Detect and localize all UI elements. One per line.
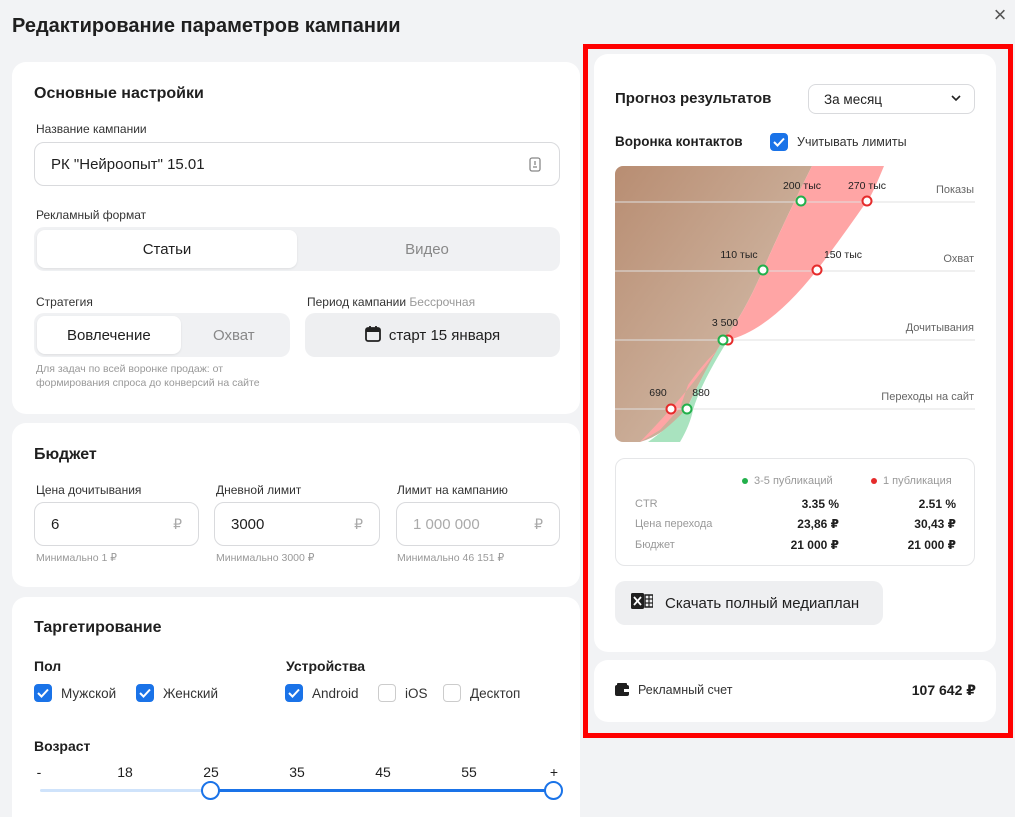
- highlight-frame: [583, 44, 1013, 738]
